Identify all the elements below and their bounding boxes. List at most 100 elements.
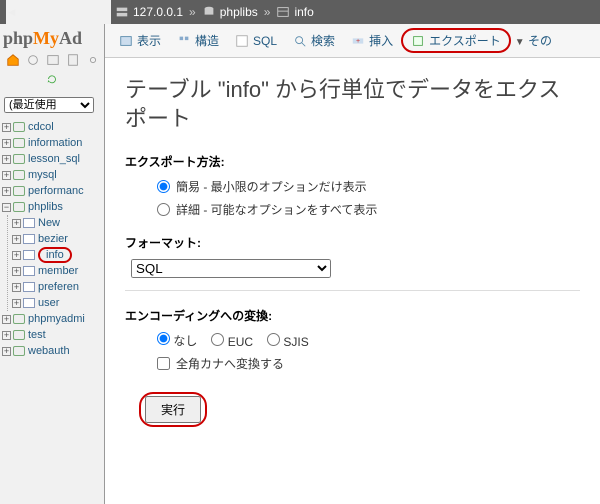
logout-icon[interactable] xyxy=(26,53,40,70)
content: テーブル "info" から行単位でデータをエクスポート エクスポート方法: 簡… xyxy=(105,58,600,439)
expand-icon[interactable]: + xyxy=(2,347,11,356)
crumb-sep1: » xyxy=(189,5,196,19)
encoding-sjis-radio[interactable] xyxy=(267,333,280,346)
expand-icon[interactable]: + xyxy=(12,299,21,308)
tree-db-item[interactable]: + test xyxy=(2,327,104,343)
format-label: フォーマット: xyxy=(125,234,580,251)
format-select[interactable]: SQL xyxy=(131,259,331,278)
database-icon xyxy=(13,314,25,324)
tab-label: エクスポート xyxy=(429,32,501,49)
svg-text:+: + xyxy=(356,37,360,44)
expand-icon[interactable]: + xyxy=(12,251,21,260)
recent-select[interactable]: (最近使用 xyxy=(4,97,94,113)
crumb-db[interactable]: phplibs xyxy=(220,5,258,19)
encoding-euc-radio[interactable] xyxy=(211,333,224,346)
left-arrow-icon[interactable]: ◄ xyxy=(6,5,20,19)
expand-icon[interactable]: + xyxy=(2,139,11,148)
expand-icon[interactable]: + xyxy=(2,123,11,132)
tree-table-item[interactable]: + user xyxy=(12,295,104,311)
expand-icon[interactable]: + xyxy=(2,331,11,340)
page-title: テーブル "info" から行単位でデータをエクスポート xyxy=(125,76,580,133)
tree-db-item[interactable]: +phpmyadmi xyxy=(2,311,104,327)
tree-table-item[interactable]: + bezier xyxy=(12,231,104,247)
encoding-euc-label[interactable]: EUC xyxy=(228,335,253,349)
tab-sql[interactable]: SQL xyxy=(227,30,285,52)
docs-icon[interactable] xyxy=(66,53,80,70)
tab-label: 表示 xyxy=(137,32,161,49)
table-icon xyxy=(23,234,35,244)
crumb-server[interactable]: 127.0.0.1 xyxy=(133,5,183,19)
reload-icon[interactable] xyxy=(45,72,59,89)
tree-table-item[interactable]: +New xyxy=(12,215,104,231)
execute-button[interactable]: 実行 xyxy=(145,396,201,423)
zenkaku-label[interactable]: 全角カナへ変換する xyxy=(176,355,284,372)
zenkaku-checkbox[interactable] xyxy=(157,357,170,370)
collapse-icon[interactable]: − xyxy=(2,203,11,212)
expand-icon[interactable]: + xyxy=(2,155,11,164)
tab-label: 検索 xyxy=(311,32,335,49)
encoding-none-radio[interactable] xyxy=(157,332,170,345)
database-icon xyxy=(13,330,25,340)
database-icon xyxy=(13,202,25,212)
logo-p2: My xyxy=(33,28,59,48)
settings-icon[interactable] xyxy=(86,53,100,70)
tree-table-item[interactable]: +member xyxy=(12,263,104,279)
tab-label: SQL xyxy=(253,34,277,48)
tree-db-item[interactable]: +cdcol xyxy=(2,119,104,135)
nav-tree: +cdcol+information+lesson_sql+mysql+perf… xyxy=(0,119,104,359)
tree-db-item[interactable]: +performanc xyxy=(2,183,104,199)
encoding-none-label[interactable]: なし xyxy=(173,334,197,348)
server-icon xyxy=(115,5,129,19)
expand-icon[interactable]: + xyxy=(12,219,21,228)
export-quick-radio[interactable] xyxy=(157,180,170,193)
crumb-sep2: » xyxy=(264,5,271,19)
tree-label: mysql xyxy=(28,169,57,181)
expand-icon[interactable]: + xyxy=(12,283,21,292)
sidebar: phpMyAd (最近使用 +cdcol+information+lesson_… xyxy=(0,24,105,504)
tree-label: test xyxy=(28,329,46,341)
tab-structure[interactable]: 構造 xyxy=(169,28,227,53)
tree-db-item[interactable]: +information xyxy=(2,135,104,151)
tab-browse[interactable]: 表示 xyxy=(111,28,169,53)
topbar-left-spacer: ◄ xyxy=(6,0,111,24)
logo[interactable]: phpMyAd xyxy=(0,24,104,51)
home-icon[interactable] xyxy=(6,53,20,70)
table-icon xyxy=(23,266,35,276)
tree-db-item[interactable]: + mysql xyxy=(2,167,104,183)
crumb-table[interactable]: info xyxy=(294,5,313,19)
tree-table-item[interactable]: +preferen xyxy=(12,279,104,295)
tab-search[interactable]: 検索 xyxy=(285,28,343,53)
tree-db-item[interactable]: −phplibs xyxy=(2,199,104,215)
tree-db-item[interactable]: + lesson_sql xyxy=(2,151,104,167)
tree-table-item[interactable]: + info xyxy=(12,247,104,263)
table-icon xyxy=(276,5,290,19)
export-method-label: エクスポート方法: xyxy=(125,153,580,170)
sidebar-tools xyxy=(0,51,104,70)
breadcrumb: 127.0.0.1 » phplibs » info xyxy=(115,5,314,19)
expand-icon[interactable]: + xyxy=(2,187,11,196)
export-custom-label[interactable]: 詳細 - 可能なオプションをすべて表示 xyxy=(176,201,377,218)
tab-more[interactable]: ▼ その xyxy=(515,32,552,49)
expand-icon[interactable]: + xyxy=(12,267,21,276)
tree-label: lesson_sql xyxy=(28,153,80,165)
expand-icon[interactable]: + xyxy=(2,315,11,324)
table-icon xyxy=(23,250,35,260)
database-icon xyxy=(13,154,25,164)
tab-export[interactable]: エクスポート xyxy=(401,28,511,53)
tab-label: 構造 xyxy=(195,32,219,49)
export-quick-label[interactable]: 簡易 - 最小限のオプションだけ表示 xyxy=(176,178,367,195)
tree-label: user xyxy=(38,297,59,309)
expand-icon[interactable]: + xyxy=(12,235,21,244)
expand-icon[interactable]: + xyxy=(2,171,11,180)
sql-icon[interactable] xyxy=(46,53,60,70)
tab-insert[interactable]: +挿入 xyxy=(343,28,401,53)
tree-label: webauth xyxy=(28,345,70,357)
tree-label: bezier xyxy=(38,233,68,245)
tree-db-item[interactable]: + webauth xyxy=(2,343,104,359)
execute-highlight: 実行 xyxy=(139,392,207,427)
divider xyxy=(125,290,580,291)
encoding-sjis-label[interactable]: SJIS xyxy=(283,335,308,349)
export-custom-radio[interactable] xyxy=(157,203,170,216)
tabs: 表示 構造 SQL 検索 +挿入 エクスポート ▼ その xyxy=(105,24,600,58)
tree-label-selected: info xyxy=(38,247,72,263)
